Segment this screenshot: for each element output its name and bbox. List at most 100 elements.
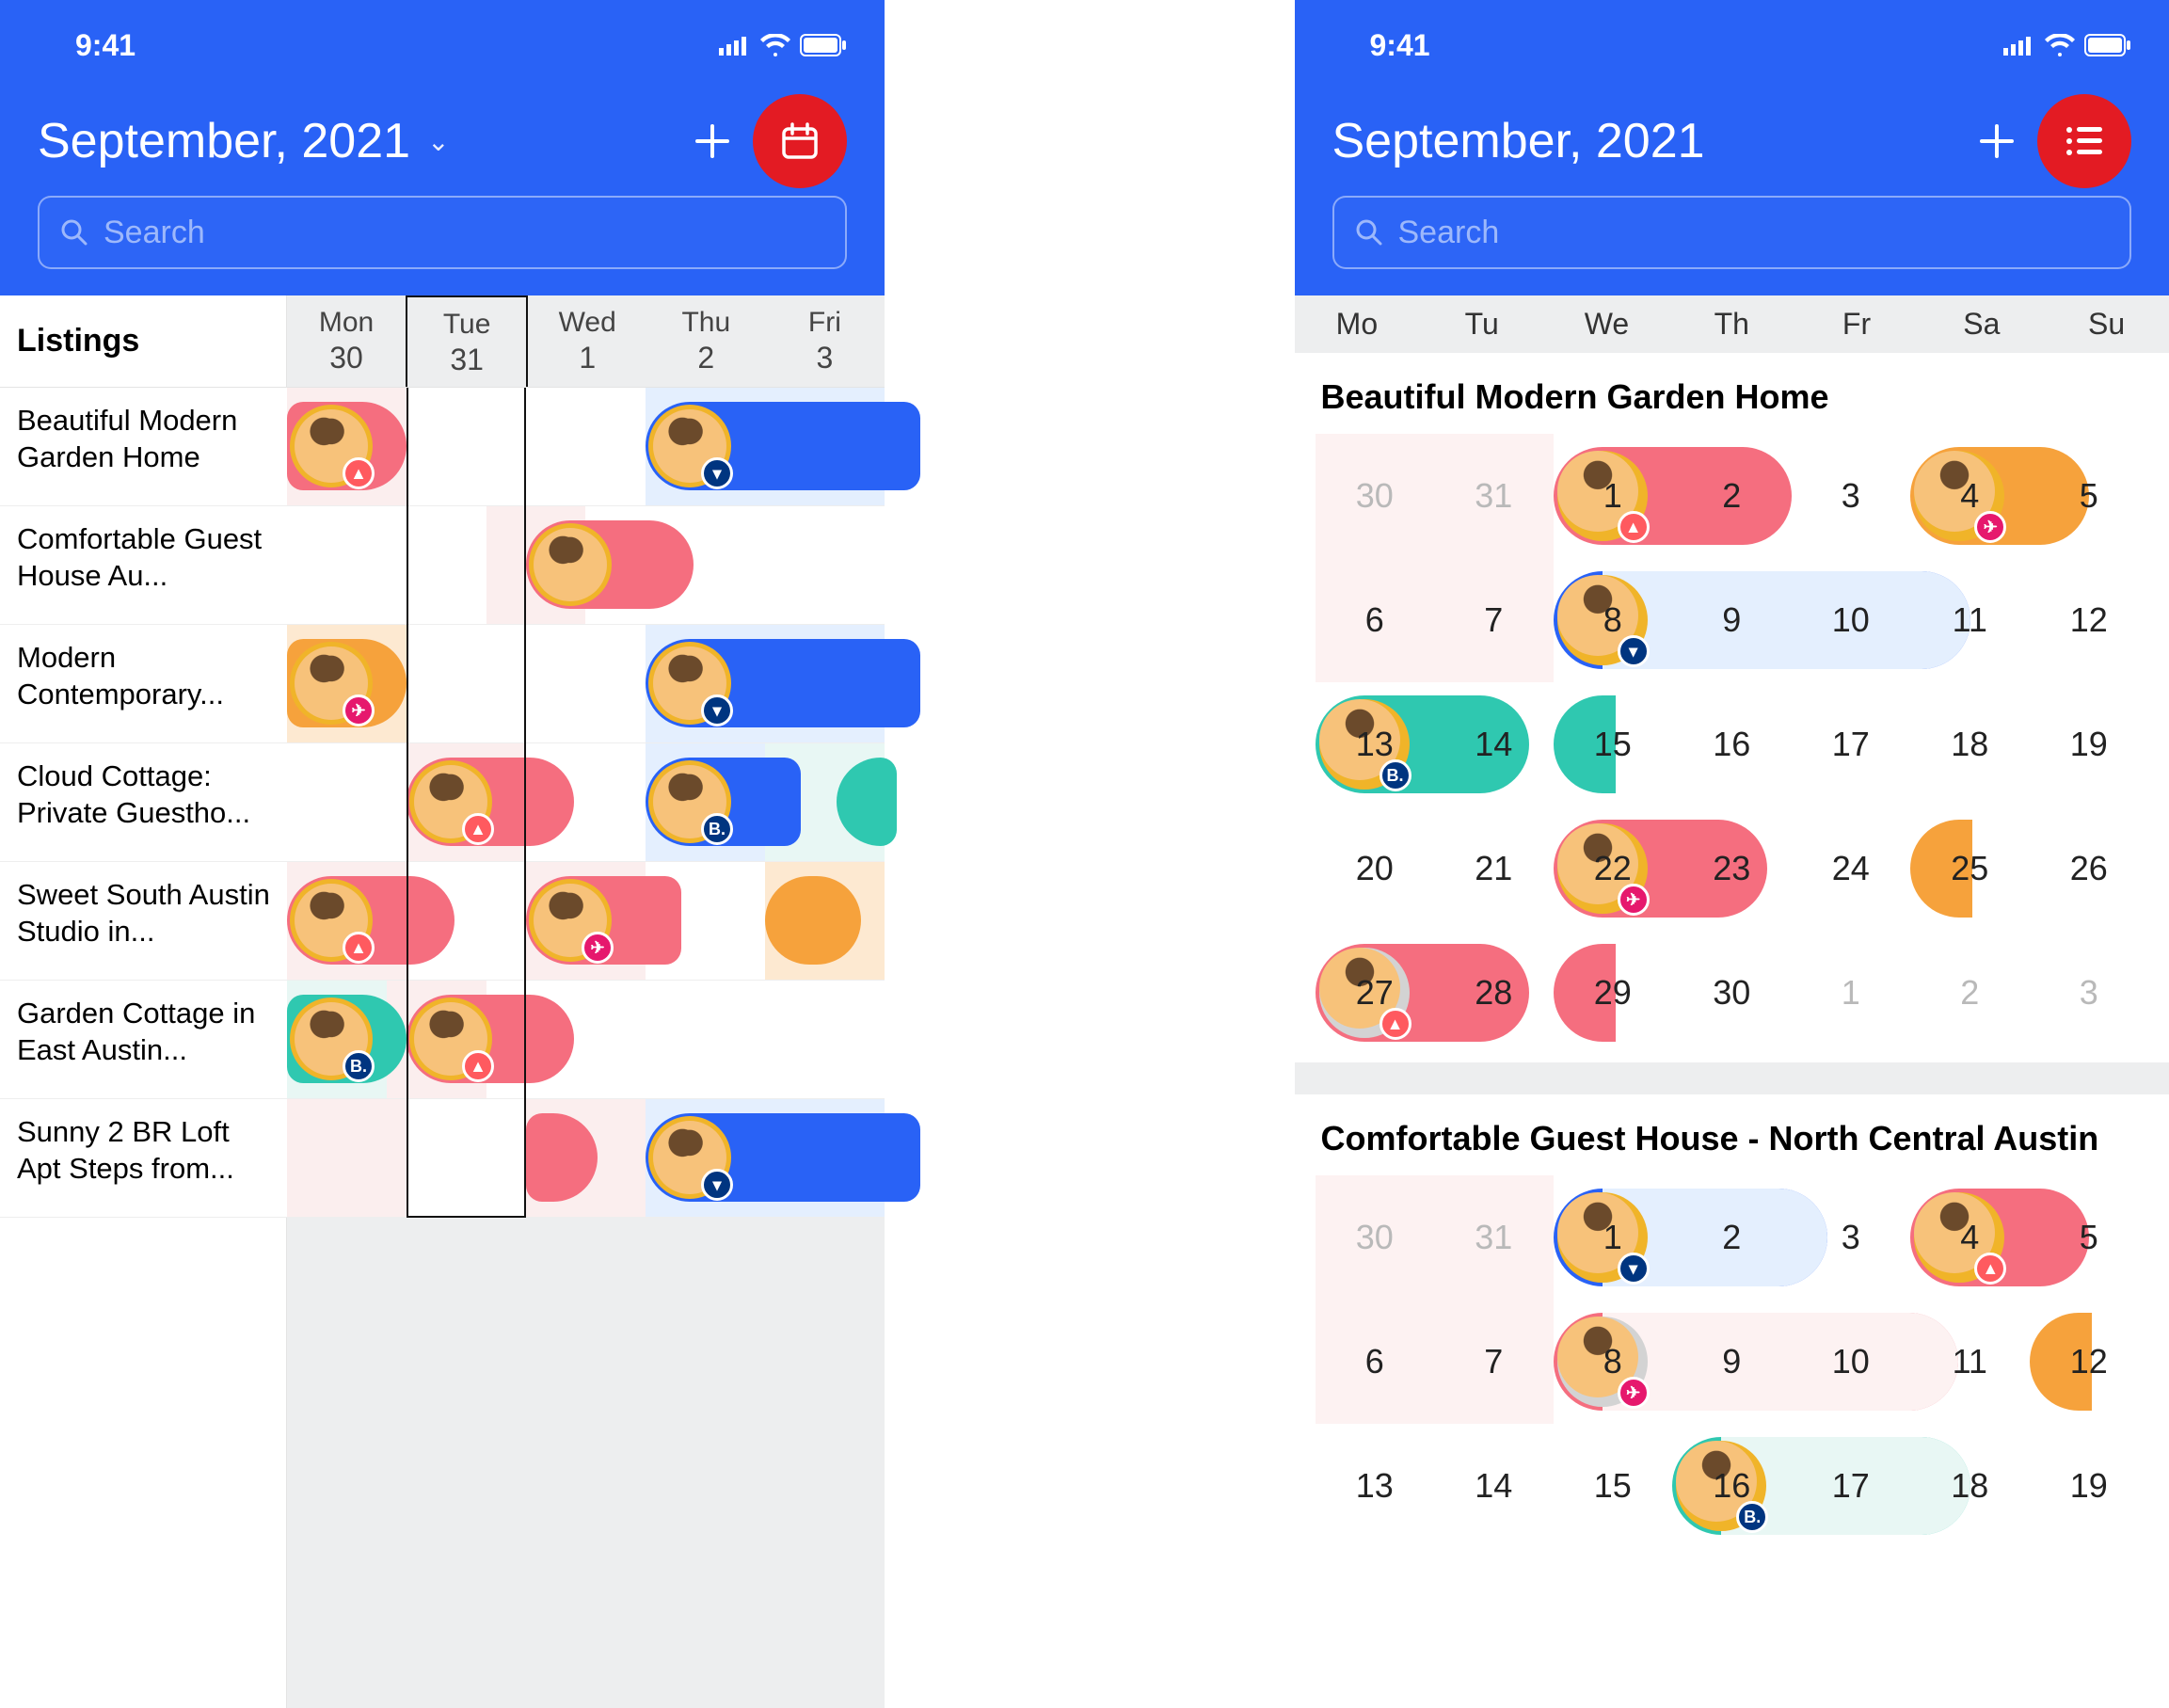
booking-pill[interactable]: ✈ <box>287 639 407 727</box>
timeline-body[interactable]: Beautiful Modern Garden Home▲▾Comfortabl… <box>0 388 885 1218</box>
booking-pill[interactable]: ▲ <box>287 402 407 490</box>
booking-pill[interactable]: ▲ <box>1554 447 1792 545</box>
listing-label: Beautiful Modern Garden Home <box>0 388 287 505</box>
day-cell[interactable] <box>387 506 486 624</box>
listings-heading: Listings <box>0 295 287 387</box>
booking-pill[interactable]: ▾ <box>1554 1189 1827 1286</box>
booking-pill[interactable]: ▾ <box>646 639 920 727</box>
calendar-day-cell[interactable]: 13 <box>1316 1424 1435 1548</box>
calendar-day-cell[interactable]: 30 <box>1316 434 1435 558</box>
day-column-header[interactable]: Wed1 <box>528 295 646 387</box>
listing-row[interactable]: Beautiful Modern Garden Home▲▾ <box>0 388 885 506</box>
calendar-day-cell[interactable]: 12 <box>2030 558 2149 682</box>
day-cell[interactable] <box>287 506 387 624</box>
calendar-day-cell[interactable]: 18 <box>1910 682 2030 806</box>
search-field[interactable] <box>1332 196 2132 269</box>
day-cell[interactable] <box>785 506 885 624</box>
search-icon <box>60 218 88 247</box>
calendar-day-cell[interactable]: 7 <box>1434 558 1554 682</box>
day-column-header[interactable]: Mon30 <box>287 295 406 387</box>
calendar-day-cell[interactable]: 30 <box>1672 931 1792 1055</box>
header: 9:41 September, 2021 ⌄ <box>0 0 885 295</box>
day-cell[interactable] <box>526 625 646 742</box>
weekday-label: Sa <box>1919 307 2044 342</box>
calendar-day-cell[interactable]: 24 <box>1792 806 1911 931</box>
listing-label: Cloud Cottage: Private Guestho... <box>0 743 287 861</box>
listing-row[interactable]: Modern Contemporary...✈▾ <box>0 625 885 743</box>
day-cell[interactable] <box>526 388 646 505</box>
day-column-header[interactable]: Fri3 <box>765 295 884 387</box>
list-view-button[interactable] <box>2064 120 2105 162</box>
calendar-day-cell[interactable]: 6 <box>1316 1300 1435 1424</box>
status-time: 9:41 <box>1370 28 1430 63</box>
listing-label: Sweet South Austin Studio in... <box>0 862 287 980</box>
booking-pill[interactable]: ▲ <box>287 876 455 965</box>
day-cell[interactable] <box>287 1099 407 1217</box>
calendar-day-cell[interactable]: 19 <box>2030 682 2149 806</box>
calendar-day-cell[interactable]: 15 <box>1554 1424 1673 1548</box>
month-scroll[interactable]: Beautiful Modern Garden Home303112345▲✈6… <box>1295 353 2169 1548</box>
booking-pill[interactable]: ▾ <box>646 1113 920 1202</box>
header: 9:41 September, 2021 <box>1295 0 2169 295</box>
search-input[interactable] <box>104 215 824 251</box>
booking-pill[interactable]: ▲ <box>407 995 574 1083</box>
booking-pill[interactable]: ▾ <box>646 402 920 490</box>
day-cell[interactable] <box>407 625 526 742</box>
add-button[interactable] <box>689 118 736 165</box>
calendar-day-cell[interactable]: 31 <box>1434 1175 1554 1300</box>
booking-pill[interactable]: B. <box>646 758 801 846</box>
battery-icon <box>800 34 847 56</box>
calendar-day-cell[interactable]: 17 <box>1792 682 1911 806</box>
search-input[interactable] <box>1398 215 2110 251</box>
listing-row[interactable]: Comfortable Guest House Au... <box>0 506 885 625</box>
status-bar: 9:41 <box>0 17 885 73</box>
day-cell[interactable] <box>785 981 885 1098</box>
booking-pill[interactable]: B. <box>287 995 407 1083</box>
booking-pill[interactable] <box>765 876 861 965</box>
listing-section-title[interactable]: Beautiful Modern Garden Home <box>1295 353 2169 434</box>
day-cell[interactable] <box>685 506 785 624</box>
listing-row[interactable]: Garden Cottage in East Austin...B.▲ <box>0 981 885 1099</box>
booking-pill[interactable]: ▲ <box>1910 1189 2089 1286</box>
calendar-day-cell[interactable]: 20 <box>1316 806 1435 931</box>
calendar-day-cell[interactable]: 21 <box>1434 806 1554 931</box>
calendar-day-cell[interactable]: 1 <box>1792 931 1911 1055</box>
add-button[interactable] <box>1973 118 2020 165</box>
status-icons <box>719 34 847 56</box>
day-cell[interactable] <box>287 743 407 861</box>
calendar-day-cell[interactable]: 6 <box>1316 558 1435 682</box>
calendar-week-row: 303112345▾▲ <box>1316 1175 2149 1300</box>
day-cell[interactable] <box>407 1099 526 1217</box>
calendar-day-cell[interactable]: 19 <box>2030 1424 2149 1548</box>
month-picker[interactable]: September, 2021 <box>1332 113 1974 169</box>
calendar-view-button[interactable] <box>779 120 821 162</box>
listing-row[interactable]: Cloud Cottage: Private Guestho... ▲ B. <box>0 743 885 862</box>
search-field[interactable] <box>38 196 847 269</box>
listing-row[interactable]: Sunny 2 BR Loft Apt Steps from...▾ <box>0 1099 885 1218</box>
day-column-header[interactable]: Thu2 <box>646 295 765 387</box>
calendar-day-cell[interactable]: 2 <box>1910 931 2030 1055</box>
day-cell[interactable] <box>685 981 785 1098</box>
month-picker[interactable]: September, 2021 ⌄ <box>38 113 689 169</box>
calendar-week-row: 303112345▲✈ <box>1316 434 2149 558</box>
wifi-icon <box>760 34 790 56</box>
booking-pill[interactable]: ✈ <box>526 876 681 965</box>
calendar-day-cell[interactable]: 26 <box>2030 806 2149 931</box>
calendar-day-cell[interactable]: 7 <box>1434 1300 1554 1424</box>
listing-row[interactable]: Sweet South Austin Studio in...▲ ✈ <box>0 862 885 981</box>
calendar-day-cell[interactable]: 30 <box>1316 1175 1435 1300</box>
weekday-label: We <box>1544 307 1669 342</box>
day-cell[interactable] <box>585 981 685 1098</box>
booking-pill[interactable]: ▲ <box>407 758 574 846</box>
calendar-day-cell[interactable]: 3 <box>2030 931 2149 1055</box>
booking-pill[interactable]: ✈ <box>1910 447 2089 545</box>
day-column-header[interactable]: Tue31 <box>406 295 528 387</box>
calendar-day-cell[interactable]: 16 <box>1672 682 1792 806</box>
day-cell[interactable] <box>407 388 526 505</box>
listing-section-title[interactable]: Comfortable Guest House - North Central … <box>1295 1094 2169 1175</box>
calendar-day-cell[interactable]: 14 <box>1434 1424 1554 1548</box>
calendar-day-cell[interactable]: 31 <box>1434 434 1554 558</box>
calendar-day-cell[interactable]: 3 <box>1792 434 1911 558</box>
booking-pill[interactable] <box>526 520 694 609</box>
view-toggle-highlight <box>2037 94 2131 188</box>
